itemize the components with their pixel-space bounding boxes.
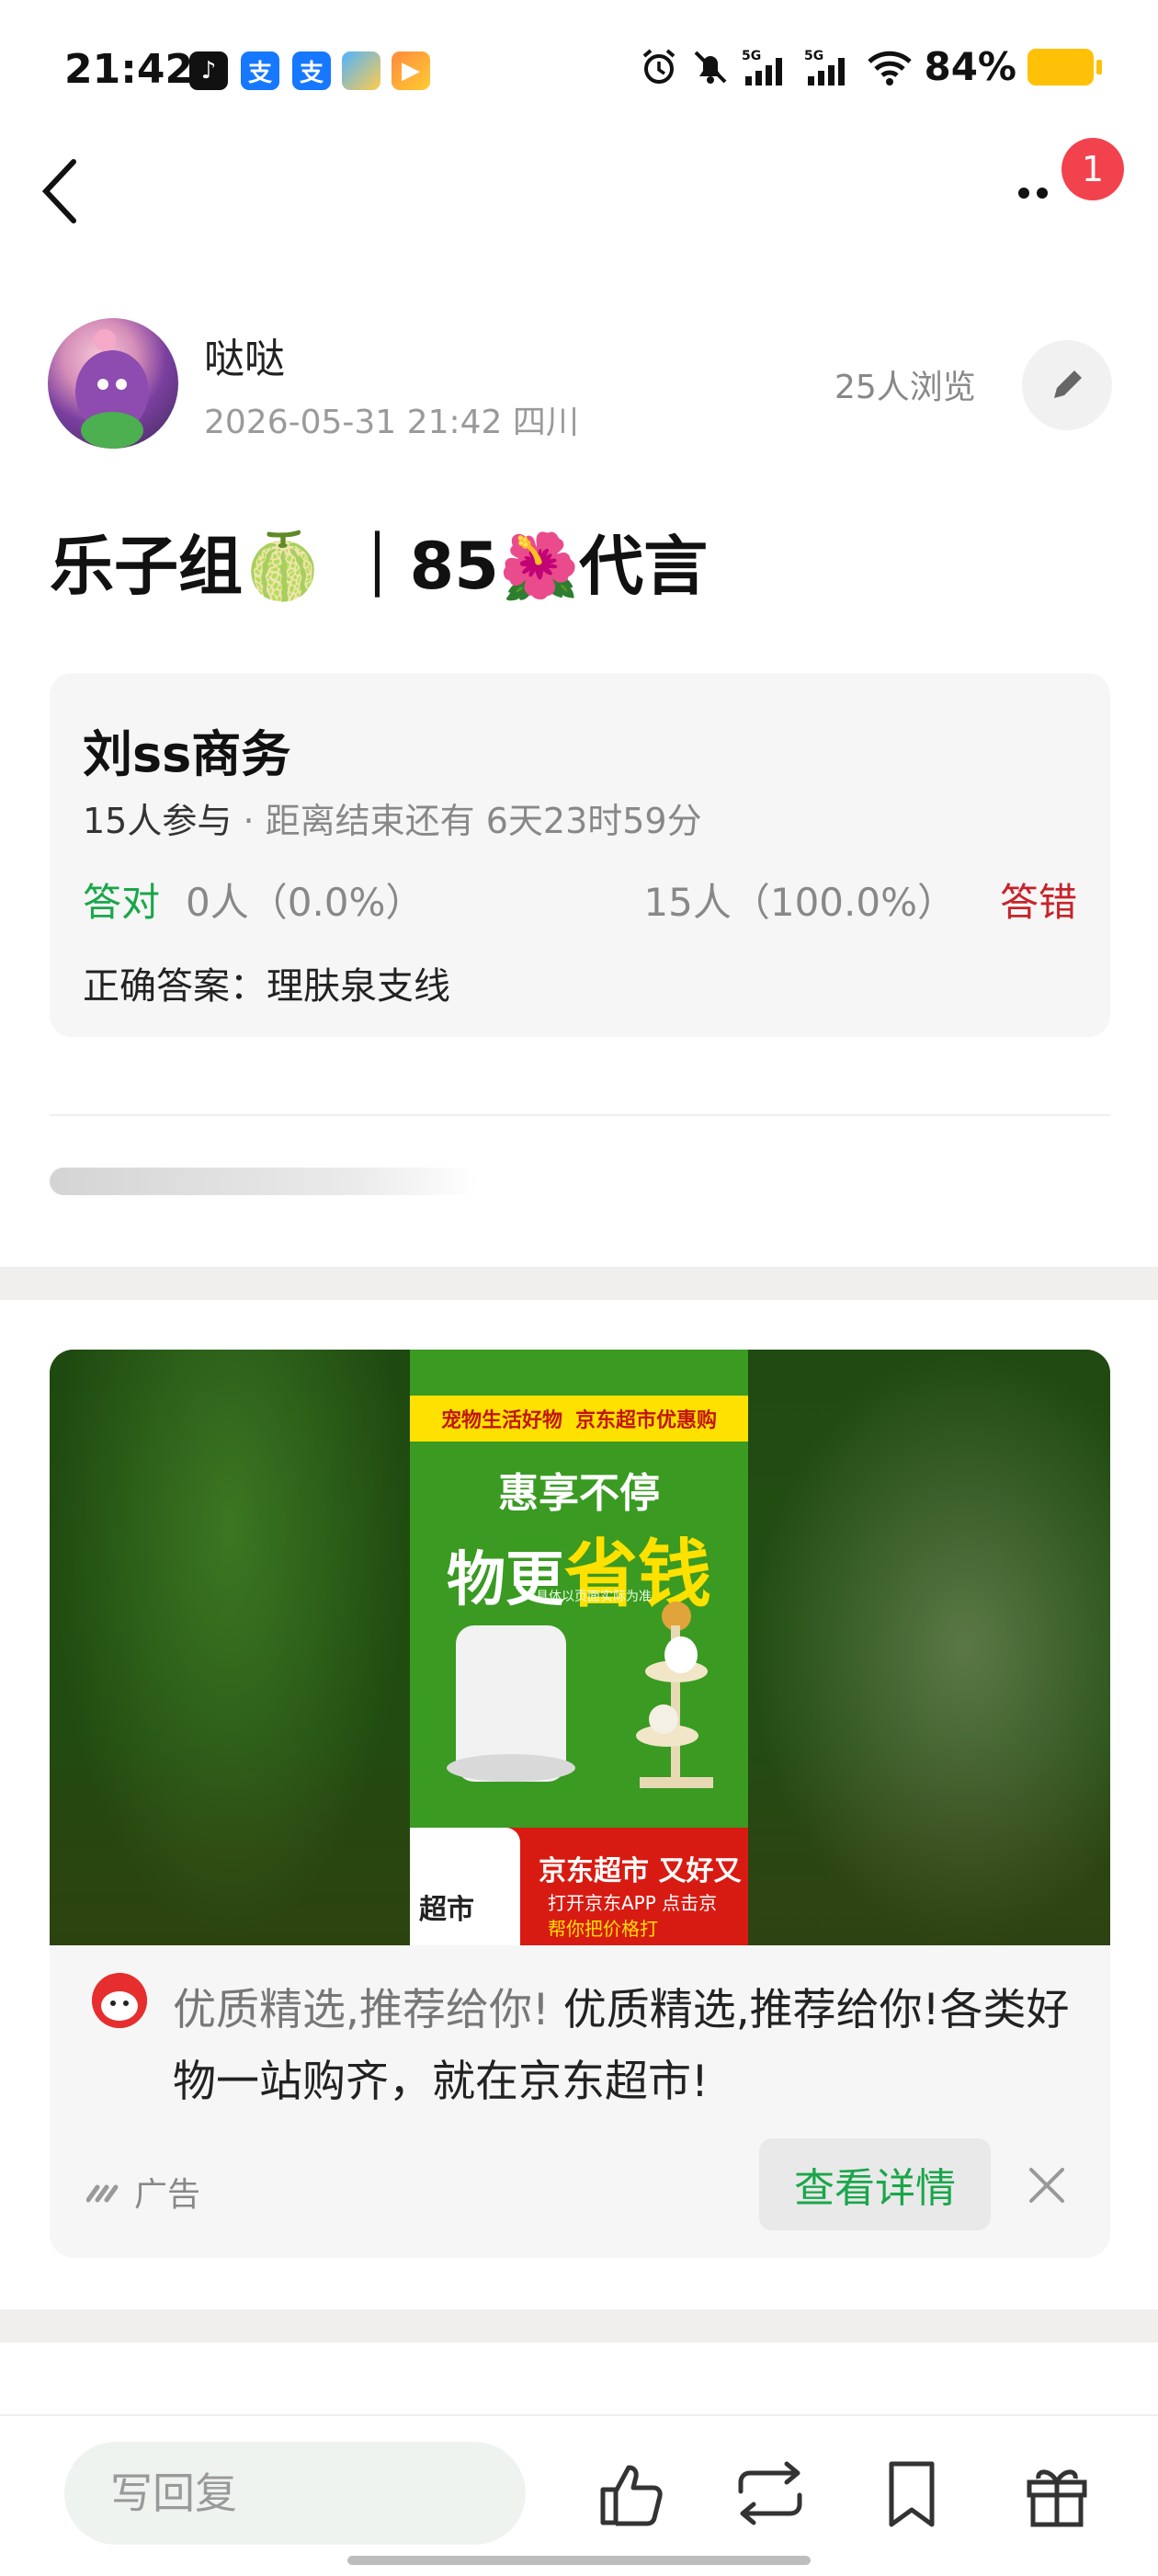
ad-description[interactable]: 优质精选,推荐给你! 优质精选,推荐给你!各类好物一站购齐，就在京东超市! (173, 1975, 1083, 2118)
alarm-icon (643, 48, 676, 84)
view-details-button[interactable]: 查看详情 (759, 2138, 991, 2230)
ad-label-group: 广告 (86, 2168, 200, 2216)
wrong-label: 答错 (999, 880, 1077, 925)
section-separator (0, 1267, 1158, 1300)
correct-stat: 0人（0.0%） (186, 880, 425, 925)
like-button[interactable] (594, 2455, 671, 2532)
pet-feeder-image (447, 1625, 575, 1782)
ad-blur-right (748, 1350, 1110, 1945)
poster-top-left: 宠物生活好物 (440, 1409, 562, 1432)
jd-mascot-icon (92, 1973, 147, 2028)
poster-bottom-banner: 超市 京东超市 又好又 打开京东APP 点击京 帮你把价格打 (410, 1828, 748, 1945)
ad-label: 广告 (134, 2176, 201, 2214)
svg-text:5G: 5G (742, 49, 761, 63)
poster-phone-label: 超市 (419, 1894, 474, 1926)
poster-bottom-sub2: 帮你把价格打 (548, 1918, 658, 1940)
post-timestamp-location: 2026-05-31 21:42 四川 (204, 404, 579, 441)
avatar-image (75, 329, 149, 449)
quiz-title: 刘ss商务 (83, 725, 291, 783)
repost-icon (738, 2461, 802, 2525)
poster-headline-1: 惠享不停 (498, 1470, 660, 1517)
correct-answer: 正确答案：理肤泉支线 (83, 965, 450, 1008)
mute-bell-icon (695, 51, 727, 84)
alipay-icon: 支 (241, 51, 279, 90)
close-ad-button[interactable] (1022, 2160, 1072, 2210)
signal-5g-icon: 5G (742, 49, 783, 85)
quiz-meta: 15人参与 · 距离结束还有 6天23时59分 (83, 792, 702, 843)
correct-label: 答对 (83, 880, 161, 925)
back-button[interactable] (37, 154, 92, 228)
ad-source-icon (86, 2184, 119, 2203)
quiz-participants: 15人参与 (83, 801, 233, 841)
battery-icon (1027, 48, 1102, 85)
quiz-card[interactable]: 刘ss商务 15人参与 · 距离结束还有 6天23时59分 答对 0人（0.0%… (50, 673, 1110, 1037)
edit-button[interactable] (1022, 340, 1112, 430)
meta-separator: · (243, 801, 255, 841)
post-title: 乐子组🍈 ｜85🌺代言 (50, 529, 709, 604)
poster-bottom-title: 京东超市 又好又 (539, 1855, 742, 1887)
loading-placeholder (50, 1168, 478, 1195)
poster-bottom-sub1: 打开京东APP 点击京 (548, 1892, 718, 1914)
ad-card[interactable]: 宠物生活好物 京东超市优惠购 惠享不停 物更省钱 *具体以页面实际为准 超市 京… (50, 1350, 1110, 2258)
more-options-button[interactable] (1011, 165, 1066, 221)
video-app-icon: ▶ (392, 51, 430, 90)
reply-input[interactable] (64, 2442, 526, 2545)
chevron-left-icon (41, 159, 76, 223)
close-icon (1029, 2168, 1064, 2203)
cloud-app-icon (342, 51, 380, 90)
wifi-icon (868, 51, 913, 85)
ad-poster-image[interactable]: 宠物生活好物 京东超市优惠购 惠享不停 物更省钱 *具体以页面实际为准 超市 京… (410, 1350, 748, 1945)
tiktok-icon: ♪ (189, 51, 228, 90)
bookmark-button[interactable] (873, 2455, 950, 2532)
bottom-action-bar (0, 2414, 1158, 2576)
ad-blur-left (50, 1350, 410, 1945)
wrong-stat: 15人（100.0%） (643, 880, 956, 925)
poster-phone-image: 超市 (410, 1828, 520, 1945)
poster-top-banner: 宠物生活好物 京东超市优惠购 (410, 1396, 748, 1442)
view-count: 25人浏览 (834, 369, 976, 406)
jd-logo-icon (92, 1973, 147, 2028)
quiz-deadline: 距离结束还有 6天23时59分 (265, 801, 702, 841)
more-dots-icon (1018, 188, 1048, 199)
pencil-icon (1054, 370, 1082, 398)
alipay-icon: 支 (292, 51, 331, 90)
status-time: 21:42 (64, 46, 194, 93)
home-indicator[interactable] (347, 2556, 811, 2565)
thumb-up-icon (600, 2465, 663, 2526)
cat-tree-image (636, 1601, 713, 1788)
author-avatar[interactable] (48, 318, 178, 449)
bookmark-icon (889, 2461, 935, 2527)
signal-5g-icon: 5G (804, 49, 846, 85)
repost-button[interactable] (732, 2455, 809, 2532)
poster-top-right: 京东超市优惠购 (575, 1409, 718, 1432)
gift-button[interactable] (1018, 2455, 1096, 2532)
divider (50, 1114, 1110, 1116)
section-separator (0, 2309, 1158, 2342)
gift-icon (1027, 2469, 1087, 2527)
svg-text:5G: 5G (804, 49, 823, 63)
ad-text-lead: 优质精选,推荐给你! (173, 1985, 550, 2035)
status-indicators: 5G 5G 84% (639, 44, 1102, 89)
notification-badge[interactable]: 1 (1062, 138, 1124, 200)
battery-percent: 84% (924, 44, 1016, 89)
ad-media[interactable]: 宠物生活好物 京东超市优惠购 惠享不停 物更省钱 *具体以页面实际为准 超市 京… (50, 1350, 1110, 1945)
author-name[interactable]: 哒哒 (204, 325, 285, 384)
